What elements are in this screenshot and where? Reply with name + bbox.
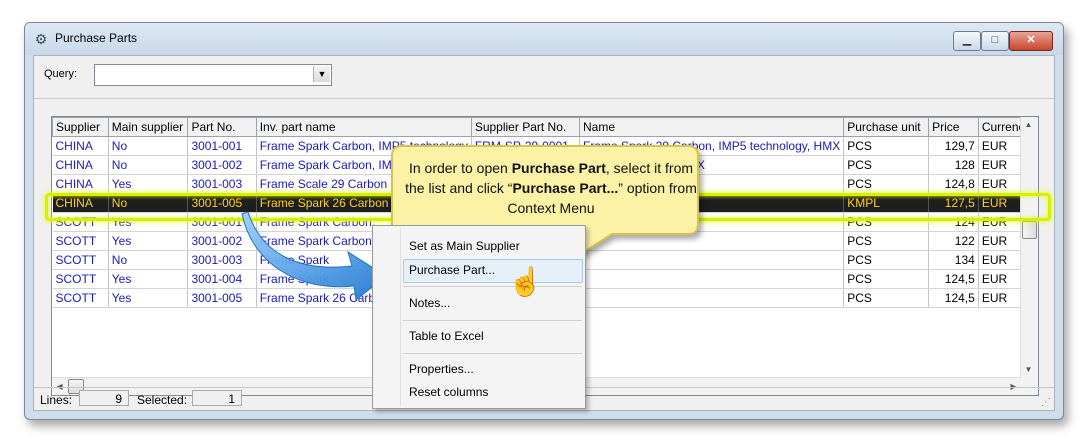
column-header[interactable]: Purchase unit: [843, 117, 930, 137]
table-cell: CHINA: [52, 174, 109, 194]
table-cell: 124,5: [928, 269, 979, 289]
table-cell: CHINA: [52, 155, 109, 175]
table-cell: PCS: [843, 231, 930, 251]
table-cell: KMPL: [843, 193, 930, 213]
table-cell: PCS: [843, 212, 930, 232]
menu-item-set-main-supplier[interactable]: Set as Main Supplier: [409, 239, 520, 253]
menu-item-properties[interactable]: Properties...: [409, 362, 474, 376]
table-cell: [579, 231, 845, 251]
table-header-row: Supplier Main supplier Part No. Inv. part n…: [52, 117, 1039, 137]
table-cell: 3001-005: [187, 288, 257, 308]
column-header[interactable]: Inv. part name: [255, 117, 472, 137]
table-cell: Frame Spark Carbon, IMP5 technology: [256, 136, 472, 156]
table-cell: Yes: [108, 288, 189, 308]
table-cell: 3001-003: [187, 174, 257, 194]
selected-count: 1: [192, 390, 242, 406]
table-cell: PCS: [843, 155, 930, 175]
callout-bold-purchase-part: Purchase Part: [511, 160, 606, 176]
menu-separator: [403, 286, 582, 287]
lines-label: Lines:: [40, 393, 73, 407]
window-title: Purchase Parts: [55, 31, 138, 45]
table-cell: PCS: [843, 269, 930, 289]
table-cell: 3001-002: [187, 155, 257, 175]
table-cell: [579, 250, 845, 270]
table-cell: Yes: [108, 231, 189, 251]
table-cell: 122: [928, 231, 979, 251]
column-header[interactable]: Supplier Part No.: [470, 117, 581, 137]
scroll-down-icon[interactable]: ▼: [1021, 362, 1036, 377]
table-cell: Frame Spark 29 Carbon, IMP5 technology, …: [579, 136, 845, 156]
context-menu: Set as Main Supplier Purchase Part... No…: [372, 225, 586, 409]
table-cell: SCOTT: [52, 269, 109, 289]
column-header[interactable]: Name: [578, 117, 845, 137]
table-cell: 3001-005: [187, 193, 257, 213]
table-cell: PCS: [843, 136, 930, 156]
table-cell: PCS: [843, 250, 930, 270]
table-cell: CHINA: [52, 193, 109, 213]
table-cell: 127,5: [928, 193, 979, 213]
table-cell: Yes: [108, 212, 189, 232]
menu-separator: [403, 353, 582, 354]
table-cell: PCS: [843, 288, 930, 308]
table-cell: 129,7: [928, 136, 979, 156]
callout-text: In order to open Purchase Part, select i…: [398, 158, 704, 218]
divider: [34, 98, 1054, 99]
lines-count: 9: [79, 390, 129, 406]
table-cell: CHINA: [52, 136, 109, 156]
column-header[interactable]: Part No.: [187, 117, 257, 137]
menu-item-table-to-excel[interactable]: Table to Excel: [409, 329, 484, 343]
table-cell: Yes: [108, 174, 189, 194]
close-button[interactable]: ✕: [1009, 31, 1053, 51]
scroll-up-icon[interactable]: ▲: [1021, 117, 1036, 132]
gear-icon: ⚙: [34, 31, 48, 47]
table-cell: 134: [928, 250, 979, 270]
hand-cursor-icon: ☝: [508, 266, 543, 297]
table-cell: No: [108, 155, 189, 175]
title-bar[interactable]: ⚙ Purchase Parts ▁ □ ✕: [25, 23, 1063, 55]
query-dropdown[interactable]: ▼: [94, 64, 332, 86]
minimize-button[interactable]: ▁: [953, 31, 981, 51]
callout-text-part: In order to open: [408, 160, 512, 176]
table-cell: 128: [928, 155, 979, 175]
table-cell: PCS: [843, 174, 930, 194]
table-cell: SCOTT: [52, 288, 109, 308]
column-header[interactable]: Supplier: [52, 117, 109, 137]
menu-item-purchase-part[interactable]: Purchase Part...: [409, 263, 495, 277]
menu-gutter: [400, 228, 401, 406]
menu-item-notes[interactable]: Notes...: [409, 296, 450, 310]
table-cell: SCOTT: [52, 231, 109, 251]
column-header[interactable]: Price: [928, 117, 979, 137]
menu-separator: [403, 320, 582, 321]
table-cell: 3001-003: [187, 250, 257, 270]
table-cell: 3001-002: [187, 231, 257, 251]
query-label: Query:: [44, 68, 78, 80]
table-cell: 3001-001: [187, 136, 257, 156]
table-cell: [579, 288, 845, 308]
resize-grip-icon[interactable]: ⋰: [1041, 397, 1051, 408]
vertical-scrollbar[interactable]: ▲ ▼: [1020, 117, 1038, 395]
table-cell: [579, 269, 845, 289]
callout-bold-menu-option: Purchase Part...: [512, 180, 619, 196]
table-cell: 3001-001: [187, 212, 257, 232]
table-cell: No: [108, 136, 189, 156]
maximize-button[interactable]: □: [981, 31, 1009, 51]
table-row[interactable]: CHINA No 3001-001 Frame Spark Carbon, IMP5 …: [52, 136, 1039, 156]
table-cell: 124,8: [928, 174, 979, 194]
selected-label: Selected:: [137, 393, 188, 407]
table-cell: FRM-SP-29-0001: [471, 136, 581, 156]
table-cell: 3001-004: [187, 269, 257, 289]
table-cell: 124: [928, 212, 979, 232]
menu-item-reset-columns[interactable]: Reset columns: [409, 385, 488, 399]
table-cell: No: [108, 250, 189, 270]
vertical-scroll-thumb[interactable]: [1022, 221, 1037, 239]
table-cell: SCOTT: [52, 250, 109, 270]
table-cell: SCOTT: [52, 212, 109, 232]
table-cell: No: [108, 193, 189, 213]
column-header[interactable]: Main supplier: [107, 117, 189, 137]
table-cell: Yes: [108, 269, 189, 289]
chevron-down-icon[interactable]: ▼: [313, 66, 330, 82]
table-cell: 124,5: [928, 288, 979, 308]
